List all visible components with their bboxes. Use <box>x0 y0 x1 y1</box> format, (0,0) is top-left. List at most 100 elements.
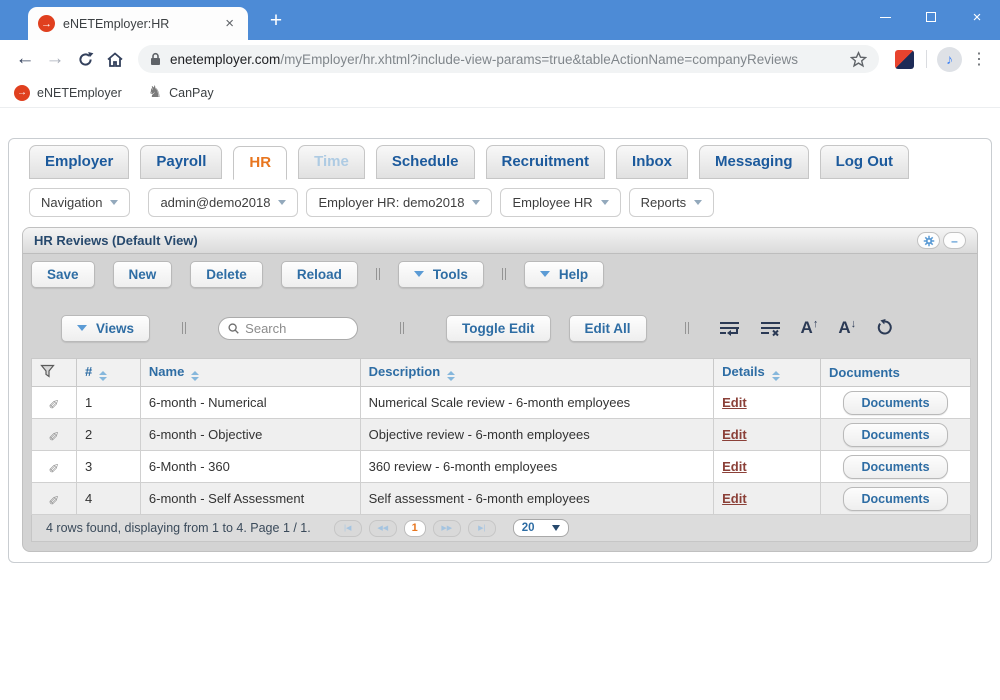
font-increase-icon[interactable]: A ↑ <box>801 318 819 338</box>
pencil-icon: ✎ <box>48 459 60 475</box>
edit-link[interactable]: Edit <box>722 427 747 442</box>
row-name: 6-month - Self Assessment <box>139 482 361 515</box>
row-documents: Documents <box>820 450 971 483</box>
panel-minimize-button[interactable]: – <box>943 232 966 249</box>
documents-button[interactable]: Documents <box>843 487 948 511</box>
filter-column-header[interactable] <box>31 358 77 387</box>
reset-view-icon[interactable] <box>876 319 894 337</box>
tools-dropdown-button[interactable]: Tools <box>397 260 484 288</box>
new-button[interactable]: New <box>112 260 173 288</box>
table-row: ✎ 4 6-month - Self Assessment Self asses… <box>31 482 971 515</box>
search-box[interactable] <box>218 316 359 340</box>
gear-icon <box>923 235 934 246</box>
browser-menu-icon[interactable]: ⋮ <box>968 49 990 69</box>
panel-title: HR Reviews (Default View) <box>34 233 198 248</box>
sort-icon <box>771 371 780 381</box>
save-button[interactable]: Save <box>31 260 95 288</box>
next-page-button: ▶▶ <box>432 519 461 537</box>
column-header-name[interactable]: Name <box>139 358 361 387</box>
row-documents: Documents <box>820 418 971 451</box>
account-dropdown[interactable]: admin@demo2018 <box>148 188 299 217</box>
app-nav-row: Navigation admin@demo2018 Employer HR: d… <box>9 179 991 227</box>
reports-dropdown[interactable]: Reports <box>628 188 715 217</box>
employer-hr-dropdown[interactable]: Employer HR: demo2018 <box>306 188 493 217</box>
bookmark-enetemployer[interactable]: → eNETEmployer <box>14 84 122 101</box>
tab-hr[interactable]: HR <box>233 146 288 180</box>
minimize-icon <box>879 16 891 18</box>
tab-recruitment[interactable]: Recruitment <box>485 145 606 179</box>
chevron-down-icon <box>694 200 703 205</box>
bookmark-canpay[interactable]: ♞ CanPay <box>148 84 214 101</box>
row-documents: Documents <box>820 386 971 419</box>
dropdown-label: Reports <box>640 195 687 210</box>
column-header-description[interactable]: Description <box>359 358 715 387</box>
separator <box>400 322 405 334</box>
address-bar[interactable]: enetemployer.com/myEmployer/hr.xhtml?inc… <box>138 45 879 73</box>
edit-all-button[interactable]: Edit All <box>568 314 647 342</box>
bookmark-label: eNETEmployer <box>37 85 122 100</box>
browser-tab[interactable]: → eNETEmployer:HR × <box>28 7 248 40</box>
search-input[interactable] <box>245 320 349 336</box>
extension-icon[interactable] <box>895 49 914 69</box>
tab-employer[interactable]: Employer <box>29 145 130 179</box>
panel-settings-button[interactable] <box>917 232 940 249</box>
navigation-dropdown[interactable]: Navigation <box>29 188 131 217</box>
edit-link[interactable]: Edit <box>722 395 747 410</box>
app-tab-bar: Employer Payroll HR Time Schedule Recrui… <box>9 139 991 180</box>
row-edit-cell[interactable]: ✎ <box>31 386 77 419</box>
header-label: Description <box>368 364 441 379</box>
row-details: Edit <box>713 418 822 451</box>
tab-schedule[interactable]: Schedule <box>375 145 475 179</box>
window-close-button[interactable]: × <box>954 0 1000 34</box>
row-name: 6-Month - 360 <box>139 450 361 483</box>
tab-payroll[interactable]: Payroll <box>140 145 223 179</box>
help-dropdown-button[interactable]: Help <box>523 260 605 288</box>
documents-button[interactable]: Documents <box>843 455 948 479</box>
chevron-down-icon <box>600 200 609 205</box>
back-icon[interactable]: ← <box>10 48 40 70</box>
profile-avatar[interactable]: ♪ <box>937 46 962 72</box>
edit-link[interactable]: Edit <box>722 491 747 506</box>
views-dropdown-button[interactable]: Views <box>61 314 151 342</box>
toggle-edit-button[interactable]: Toggle Edit <box>446 314 551 342</box>
row-description: Objective review - 6-month employees <box>359 418 715 451</box>
current-page-button[interactable]: 1 <box>403 519 426 537</box>
page-content: Employer Payroll HR Time Schedule Recrui… <box>0 108 1000 700</box>
row-edit-cell[interactable]: ✎ <box>31 482 77 515</box>
tab-inbox[interactable]: Inbox <box>616 145 689 179</box>
bookmark-star-icon[interactable] <box>850 50 867 68</box>
dropdown-label: Employee HR <box>512 195 593 210</box>
page-size-select[interactable]: 20 <box>512 519 569 537</box>
column-header-details[interactable]: Details <box>713 358 822 387</box>
panel-header: HR Reviews (Default View) – <box>23 228 977 254</box>
home-icon[interactable] <box>100 51 130 68</box>
wrap-text-icon[interactable] <box>719 320 740 337</box>
sort-icon <box>447 371 456 381</box>
header-label: # <box>84 364 93 379</box>
row-edit-cell[interactable]: ✎ <box>31 450 77 483</box>
tab-messaging[interactable]: Messaging <box>699 145 809 179</box>
delete-button[interactable]: Delete <box>190 260 263 288</box>
row-name: 6-month - Objective <box>139 418 361 451</box>
separator <box>684 322 689 334</box>
tab-close-icon[interactable]: × <box>221 15 238 32</box>
separator <box>182 322 187 334</box>
new-tab-button[interactable]: + <box>262 9 290 33</box>
column-header-num[interactable]: # <box>75 358 141 387</box>
refresh-icon[interactable] <box>70 51 100 68</box>
forward-icon[interactable]: → <box>40 48 70 70</box>
tab-logout[interactable]: Log Out <box>819 145 910 179</box>
window-maximize-button[interactable] <box>908 0 954 34</box>
employee-hr-dropdown[interactable]: Employee HR <box>500 188 621 217</box>
row-num: 4 <box>75 482 141 515</box>
window-minimize-button[interactable] <box>862 0 908 34</box>
font-decrease-icon[interactable]: A ↓ <box>838 318 856 338</box>
documents-button[interactable]: Documents <box>843 391 948 415</box>
documents-button[interactable]: Documents <box>843 423 948 447</box>
edit-link[interactable]: Edit <box>722 459 747 474</box>
row-edit-cell[interactable]: ✎ <box>31 418 77 451</box>
button-label: Views <box>96 320 135 336</box>
dropdown-label: Navigation <box>41 195 103 210</box>
no-wrap-text-icon[interactable] <box>760 320 781 337</box>
reload-button[interactable]: Reload <box>280 260 358 288</box>
